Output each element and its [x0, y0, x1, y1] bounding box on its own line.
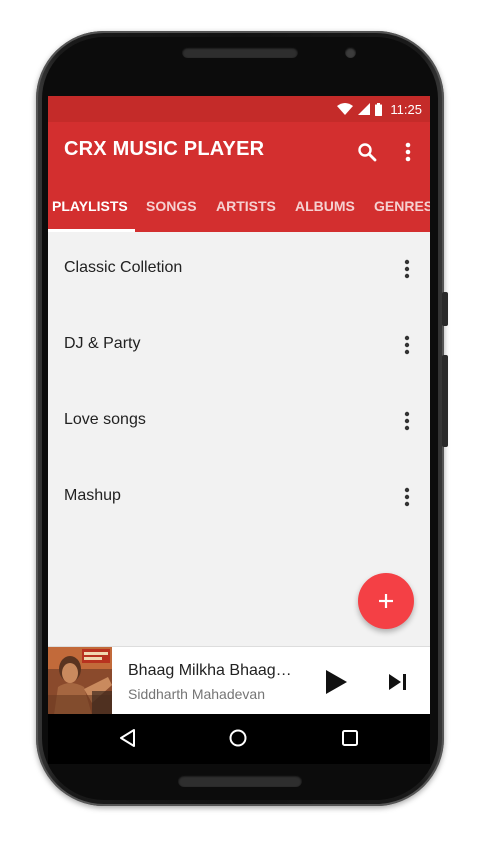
skip-next-icon[interactable] — [388, 673, 408, 691]
playlist-label: DJ & Party — [64, 335, 141, 352]
playlist-label: Classic Colletion — [64, 259, 183, 276]
list-item[interactable]: Mashup — [48, 460, 430, 536]
list-item[interactable]: DJ & Party — [48, 308, 430, 384]
volume-button — [442, 355, 448, 447]
back-icon[interactable] — [118, 728, 138, 748]
now-playing-bar[interactable]: Bhaag Milkha Bhaag… Siddharth Mahadevan — [48, 646, 430, 715]
tab-playlists[interactable]: PLAYLISTS — [52, 198, 128, 214]
recents-icon[interactable] — [340, 728, 360, 748]
bottom-speaker — [178, 775, 302, 787]
search-icon[interactable] — [357, 142, 377, 162]
front-camera — [345, 47, 356, 58]
more-vert-icon[interactable] — [397, 334, 417, 356]
status-bar: 11:25 — [48, 96, 430, 122]
system-nav-bar — [48, 714, 430, 764]
playlist-list: Classic Colletion DJ & Party Love songs — [48, 232, 430, 536]
plus-icon — [379, 594, 393, 608]
battery-icon — [375, 102, 383, 116]
tab-songs[interactable]: SONGS — [146, 198, 197, 214]
app-bar: CRX MUSIC PLAYER — [48, 122, 430, 182]
status-icons: 11:25 — [337, 96, 422, 122]
album-art — [48, 647, 112, 715]
app-screen: 11:25 CRX MUSIC PLAYER PLAYLISTS SONGS A… — [48, 96, 430, 764]
track-title: Bhaag Milkha Bhaag… — [128, 662, 292, 679]
track-artist: Siddharth Mahadevan — [128, 686, 265, 702]
add-playlist-button[interactable] — [358, 573, 414, 629]
list-item[interactable]: Classic Colletion — [48, 232, 430, 308]
earpiece-speaker — [182, 47, 298, 58]
home-icon[interactable] — [228, 728, 248, 748]
list-item[interactable]: Love songs — [48, 384, 430, 460]
app-title: CRX MUSIC PLAYER — [64, 138, 265, 160]
power-button — [442, 292, 448, 326]
overflow-menu-icon[interactable] — [398, 141, 418, 163]
more-vert-icon[interactable] — [397, 258, 417, 280]
tab-bar: PLAYLISTS SONGS ARTISTS ALBUMS GENRES — [48, 182, 430, 232]
tab-albums[interactable]: ALBUMS — [295, 198, 355, 214]
tab-genres[interactable]: GENRES — [374, 198, 430, 214]
signal-icon — [358, 103, 371, 115]
wifi-icon — [337, 103, 354, 115]
tab-artists[interactable]: ARTISTS — [216, 198, 276, 214]
playlist-label: Love songs — [64, 411, 146, 428]
more-vert-icon[interactable] — [397, 486, 417, 508]
play-icon[interactable] — [324, 669, 348, 695]
playlist-label: Mashup — [64, 487, 121, 504]
status-time: 11:25 — [390, 101, 422, 117]
more-vert-icon[interactable] — [397, 410, 417, 432]
